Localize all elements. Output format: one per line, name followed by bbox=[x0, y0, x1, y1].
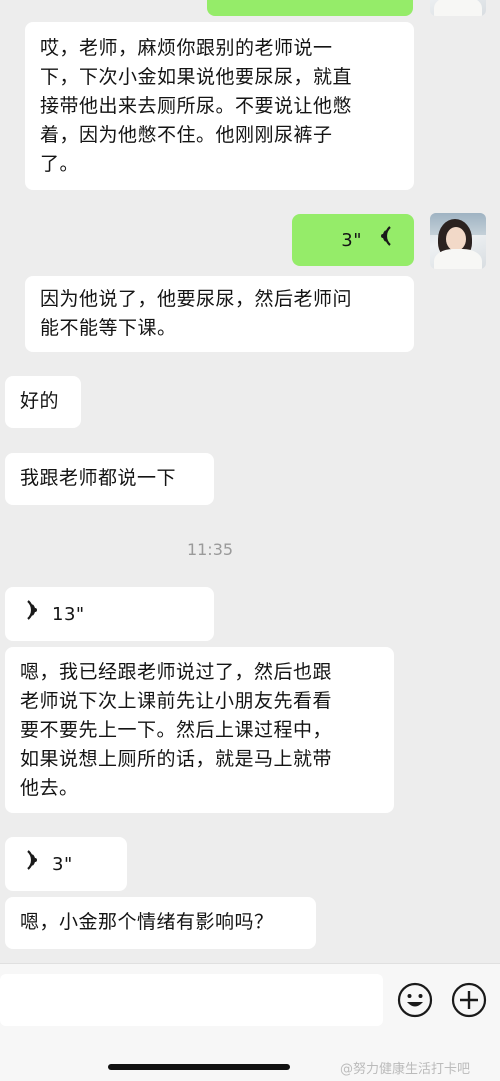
voice-duration: 13" bbox=[52, 603, 85, 625]
message-line: 能不能等下课。 bbox=[40, 317, 177, 339]
message-line: 着，因为他憋不住。他刚刚尿裤子 bbox=[40, 124, 333, 146]
home-indicator[interactable] bbox=[108, 1064, 290, 1070]
watermark: @努力健康生活打卡吧 bbox=[340, 1062, 471, 1077]
message-line: 了。 bbox=[40, 153, 80, 175]
message-line: 下，下次小金如果说他要尿尿，就直 bbox=[40, 66, 353, 88]
message-line: 接带他出来去厕所尿。不要说让他憋 bbox=[40, 95, 353, 117]
voice-duration: 3" bbox=[341, 229, 362, 251]
message-line: 他去。 bbox=[20, 777, 79, 799]
message-line: 如果说想上厕所的话，就是马上就带 bbox=[20, 748, 333, 770]
message-bubble-text[interactable]: 好的 bbox=[5, 376, 81, 428]
message-line: 嗯，我已经跟老师说过了，然后也跟 bbox=[20, 661, 333, 683]
chat-timestamp: 11:35 bbox=[186, 540, 234, 559]
message-line: 要不要先上一下。然后上课过程中， bbox=[20, 719, 333, 741]
message-bubble-text[interactable]: 哎，老师，麻烦你跟别的老师说一 下，下次小金如果说他要尿尿，就直 接带他出来去厕… bbox=[25, 22, 414, 190]
my-bubble-partial[interactable] bbox=[207, 0, 413, 16]
voice-wave-icon bbox=[24, 599, 42, 630]
message-line: 好的 bbox=[20, 390, 60, 412]
message-line: 哎，老师，麻烦你跟别的老师说一 bbox=[40, 37, 333, 59]
plus-circle-icon[interactable] bbox=[451, 982, 487, 1018]
message-line: 我跟老师都说一下 bbox=[20, 467, 177, 489]
other-voice-message[interactable]: 3" bbox=[5, 837, 127, 891]
my-avatar[interactable] bbox=[430, 213, 486, 269]
other-voice-message[interactable]: 13" bbox=[5, 587, 214, 641]
message-input[interactable] bbox=[0, 974, 383, 1026]
voice-wave-icon bbox=[24, 849, 42, 880]
my-voice-message[interactable]: 3" bbox=[292, 214, 414, 266]
voice-wave-icon bbox=[376, 225, 394, 256]
message-bubble-text[interactable]: 因为他说了，他要尿尿，然后老师问 能不能等下课。 bbox=[25, 276, 414, 352]
message-line: 嗯，小金那个情绪有影响吗？ bbox=[20, 911, 274, 933]
my-avatar-partial[interactable] bbox=[430, 0, 486, 16]
message-bubble-text[interactable]: 我跟老师都说一下 bbox=[5, 453, 214, 505]
voice-duration: 3" bbox=[52, 853, 73, 875]
message-bubble-text[interactable]: 嗯，小金那个情绪有影响吗？ bbox=[5, 897, 316, 949]
emoji-smile-icon[interactable] bbox=[397, 982, 433, 1018]
message-line: 因为他说了，他要尿尿，然后老师问 bbox=[40, 288, 353, 310]
message-bubble-text[interactable]: 嗯，我已经跟老师说过了，然后也跟 老师说下次上课前先让小朋友先看看 要不要先上一… bbox=[5, 647, 394, 813]
message-line: 老师说下次上课前先让小朋友先看看 bbox=[20, 690, 333, 712]
